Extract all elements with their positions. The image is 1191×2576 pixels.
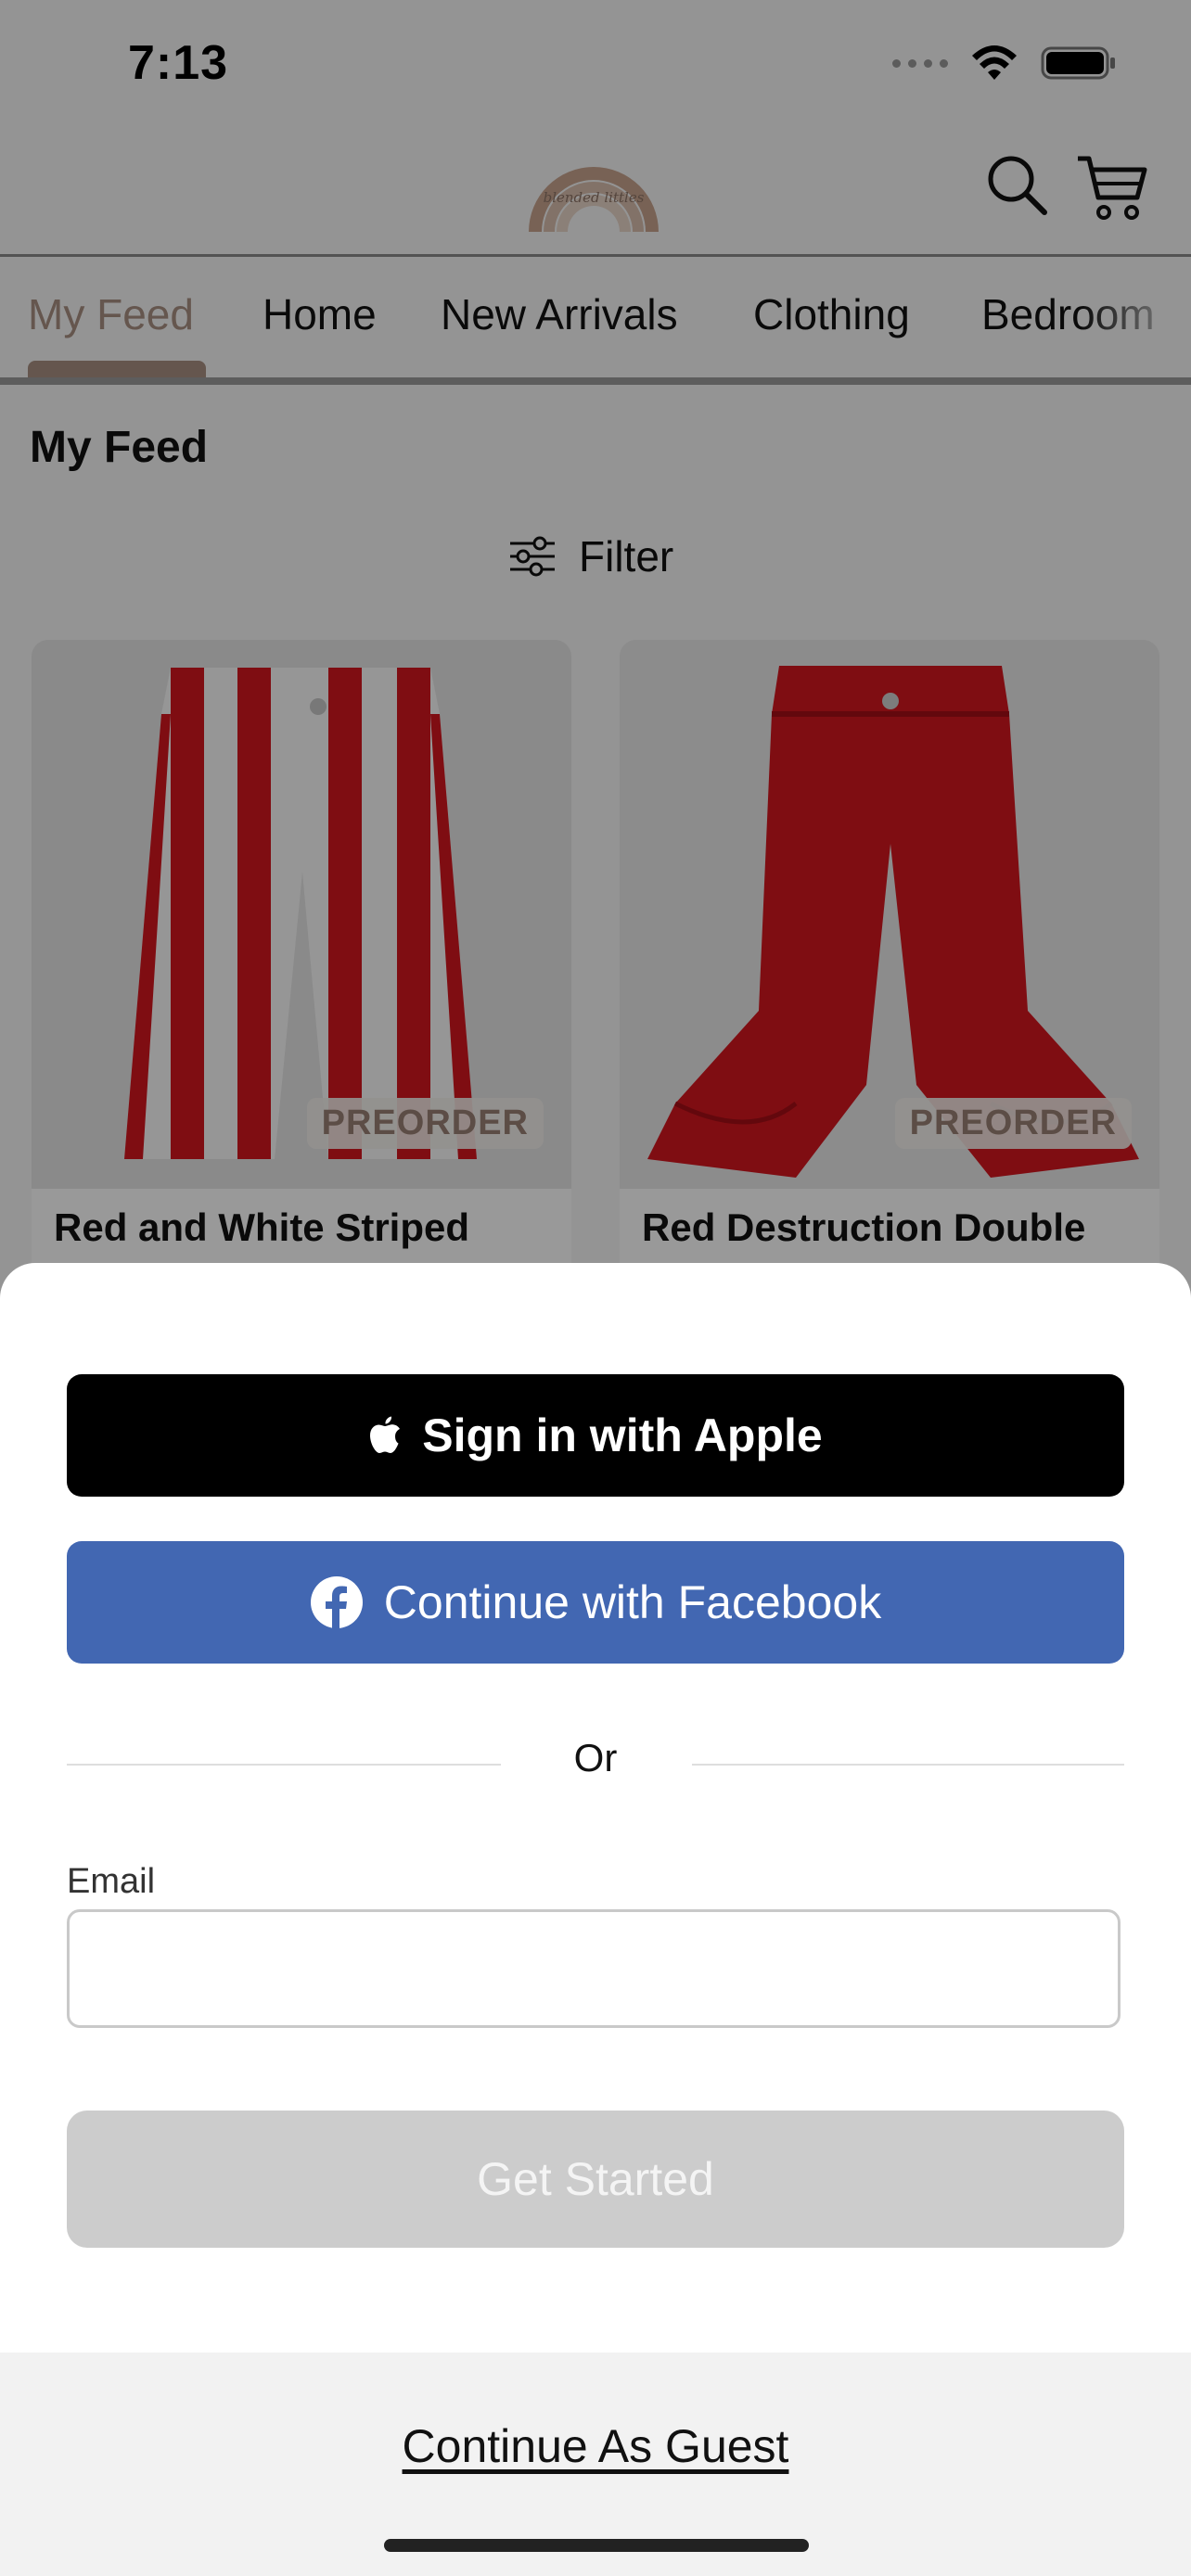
or-label: Or [573,1736,618,1779]
apple-button-label: Sign in with Apple [422,1409,823,1461]
email-field[interactable] [67,1909,1121,2028]
continue-as-guest-link[interactable]: Continue As Guest [0,2419,1191,2473]
app-screen: 7:13 blended littles My Feed Home New Ar… [0,0,1191,2576]
apple-icon [370,1416,401,1453]
or-divider: Or [67,1736,1124,1792]
email-label: Email [67,1862,156,1901]
continue-with-facebook-button[interactable]: Continue with Facebook [67,1541,1124,1664]
get-started-button[interactable]: Get Started [67,2111,1124,2248]
sign-in-sheet: Sign in with Apple Continue with Faceboo… [0,1263,1191,2576]
facebook-button-label: Continue with Facebook [383,1576,882,1628]
home-indicator [384,2539,809,2552]
sign-in-with-apple-button[interactable]: Sign in with Apple [67,1374,1124,1497]
facebook-icon [310,1576,363,1628]
get-started-label: Get Started [477,2153,714,2205]
